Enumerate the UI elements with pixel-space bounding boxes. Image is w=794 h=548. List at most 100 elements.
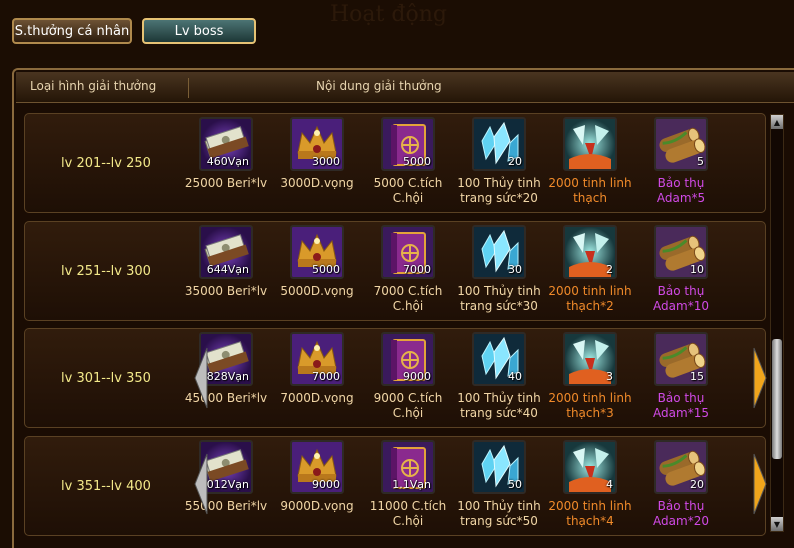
prev-arrow-icon[interactable]	[193, 452, 209, 516]
item-count: 10	[690, 263, 704, 276]
item-caption-line2: trang sức*50	[460, 514, 538, 528]
item-caption: 5000 C.tích	[373, 176, 443, 190]
scrollbar[interactable]: ▲ ▼	[770, 114, 784, 532]
reward-row: lv 251--lv 300 644Vạn 35000 Beri*lv 5000 500…	[24, 221, 766, 321]
item-caption-line2: C.hội	[392, 514, 424, 528]
header-divider	[188, 78, 189, 98]
item-caption: 2000 tinh linh	[548, 499, 632, 513]
level-range-label: lv 301--lv 350	[61, 370, 151, 386]
item-count: 15	[690, 370, 704, 383]
reward-item: 50 100 Thủy tinh trang sức*50	[454, 437, 544, 535]
reward-item: 20 100 Thủy tinh trang sức*20	[454, 114, 544, 212]
next-arrow-icon[interactable]	[752, 346, 768, 410]
item-caption: 2000 tinh linh	[548, 176, 632, 190]
crown-icon[interactable]: 3000	[290, 117, 344, 171]
reward-item: 3 2000 tinh linh thạch*3	[545, 329, 635, 427]
reward-item: 7000 7000D.vọng	[272, 329, 362, 427]
header-reward-type: Loại hình giải thưởng	[30, 79, 157, 93]
item-caption: Bảo thụ	[657, 391, 705, 405]
reward-item: 10 Bảo thụ Adam*10	[636, 222, 726, 320]
crown-icon[interactable]: 5000	[290, 225, 344, 279]
spirit-stone-icon[interactable]	[563, 117, 617, 171]
wood-icon[interactable]: 5	[654, 117, 708, 171]
wood-icon[interactable]: 20	[654, 440, 708, 494]
item-count: 9000	[312, 478, 340, 491]
item-count: 828Vạn	[206, 370, 249, 383]
reward-item: 460Vạn 25000 Beri*lv	[181, 114, 271, 212]
item-caption: Bảo thụ	[657, 284, 705, 298]
reward-item: 644Vạn 35000 Beri*lv	[181, 222, 271, 320]
item-caption-line2: C.hội	[392, 406, 424, 420]
money-icon[interactable]: 460Vạn	[199, 117, 253, 171]
reward-item: 30 100 Thủy tinh trang sức*30	[454, 222, 544, 320]
item-count: 644Vạn	[206, 263, 249, 276]
reward-item: 9000 9000 C.tích C.hội	[363, 329, 453, 427]
crystal-icon[interactable]: 40	[472, 332, 526, 386]
item-count: 3	[606, 370, 613, 383]
book-icon[interactable]: 5000	[381, 117, 435, 171]
item-caption: Bảo thụ	[657, 176, 705, 190]
item-caption: 2000 tinh linh	[548, 284, 632, 298]
item-count: 5000	[312, 263, 340, 276]
item-caption: 3000D.vọng	[280, 176, 354, 190]
prev-arrow-icon[interactable]	[193, 346, 209, 410]
item-count: 7000	[312, 370, 340, 383]
item-count: 3000	[312, 155, 340, 168]
item-caption-line2: Adam*15	[653, 406, 709, 420]
item-count: 50	[508, 478, 522, 491]
item-caption: 25000 Beri*lv	[184, 176, 268, 190]
item-caption: 9000D.vọng	[280, 499, 354, 513]
scroll-thumb[interactable]	[772, 339, 782, 459]
item-caption-line2: trang sức*20	[460, 191, 538, 205]
item-count: 5000	[403, 155, 431, 168]
reward-item: 1.1Vạn 11000 C.tích C.hội	[363, 437, 453, 535]
reward-row: lv 351--lv 400 1012Vạn 55000 Beri*lv 9000 90…	[24, 436, 766, 536]
background-title: Hoạt động	[330, 2, 447, 27]
item-count: 30	[508, 263, 522, 276]
reward-item: 9000 9000D.vọng	[272, 437, 362, 535]
reward-item: 15 Bảo thụ Adam*15	[636, 329, 726, 427]
reward-item: 4 2000 tinh linh thạch*4	[545, 437, 635, 535]
spirit-stone-icon[interactable]: 2	[563, 225, 617, 279]
crown-icon[interactable]: 7000	[290, 332, 344, 386]
level-range-label: lv 201--lv 250	[61, 155, 151, 171]
item-caption-line2: C.hội	[392, 191, 424, 205]
item-caption: 100 Thủy tinh	[457, 499, 541, 513]
spirit-stone-icon[interactable]: 4	[563, 440, 617, 494]
item-count: 40	[508, 370, 522, 383]
scroll-up-arrow-icon[interactable]: ▲	[771, 115, 783, 129]
wood-icon[interactable]: 10	[654, 225, 708, 279]
crystal-icon[interactable]: 50	[472, 440, 526, 494]
tab-personal-reward[interactable]: S.thưởng cá nhân	[12, 18, 132, 44]
crown-icon[interactable]: 9000	[290, 440, 344, 494]
reward-item: 5000 5000 C.tích C.hội	[363, 114, 453, 212]
item-caption: 100 Thủy tinh	[457, 284, 541, 298]
crystal-icon[interactable]: 30	[472, 225, 526, 279]
scroll-down-arrow-icon[interactable]: ▼	[771, 517, 783, 531]
item-caption: 5000D.vọng	[280, 284, 354, 298]
item-caption-line2: C.hội	[392, 299, 424, 313]
item-caption: 11000 C.tích	[369, 499, 447, 513]
item-count: 20	[508, 155, 522, 168]
reward-row: lv 301--lv 350 828Vạn 45000 Beri*lv 7000 700…	[24, 328, 766, 428]
wood-icon[interactable]: 15	[654, 332, 708, 386]
item-caption-line2: thạch*3	[566, 406, 614, 420]
item-count: 1.1Vạn	[392, 478, 431, 491]
money-icon[interactable]: 644Vạn	[199, 225, 253, 279]
reward-item: 40 100 Thủy tinh trang sức*40	[454, 329, 544, 427]
book-icon[interactable]: 7000	[381, 225, 435, 279]
next-arrow-icon[interactable]	[752, 452, 768, 516]
item-caption: 9000 C.tích	[373, 391, 443, 405]
reward-item: 5000 5000D.vọng	[272, 222, 362, 320]
reward-item: 5 Bảo thụ Adam*5	[636, 114, 726, 212]
book-icon[interactable]: 9000	[381, 332, 435, 386]
book-icon[interactable]: 1.1Vạn	[381, 440, 435, 494]
item-count: 2	[606, 263, 613, 276]
tab-lv-boss[interactable]: Lv boss	[142, 18, 256, 44]
item-count: 5	[697, 155, 704, 168]
item-caption: 35000 Beri*lv	[184, 284, 268, 298]
crystal-icon[interactable]: 20	[472, 117, 526, 171]
header-reward-content: Nội dung giải thưởng	[316, 79, 442, 93]
item-caption-line2: thạch*4	[566, 514, 614, 528]
spirit-stone-icon[interactable]: 3	[563, 332, 617, 386]
